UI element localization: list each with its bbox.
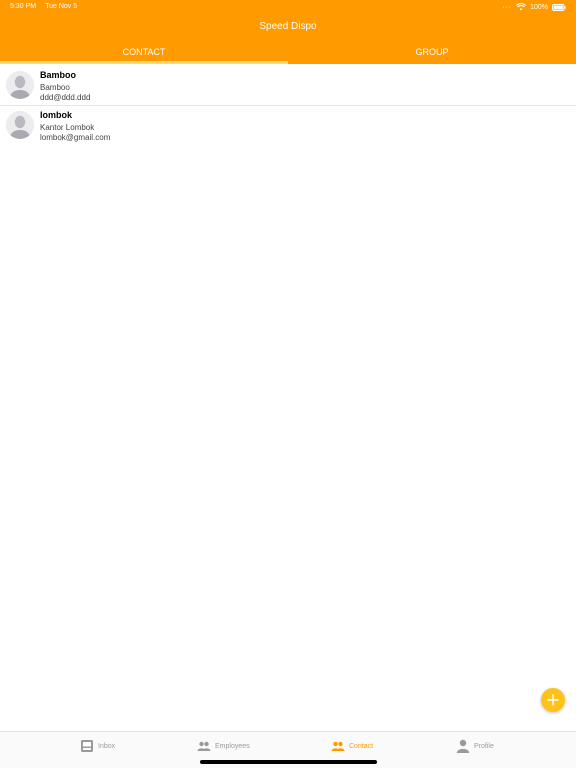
person-icon bbox=[456, 739, 470, 753]
contact-email: lombok@gmail.com bbox=[40, 133, 111, 142]
battery-percent: 100% bbox=[530, 3, 548, 11]
battery-icon bbox=[552, 3, 566, 11]
more-dots-icon: ··· bbox=[502, 3, 513, 11]
avatar bbox=[6, 111, 34, 139]
contact-name: lombok bbox=[40, 110, 73, 120]
tab-group-label: GROUP bbox=[415, 47, 449, 57]
tab-contact-label: CONTACT bbox=[122, 47, 166, 57]
person-silhouette-icon bbox=[6, 111, 34, 139]
list-item[interactable]: lombok Kantor Lombok lombok@gmail.com bbox=[0, 106, 576, 146]
status-time: 5:30 PM bbox=[10, 3, 37, 10]
contact-company: Kantor Lombok bbox=[40, 123, 95, 132]
status-bar: 5:30 PM Tue Nov 5 ··· 100% bbox=[0, 0, 576, 14]
person-silhouette-icon bbox=[6, 71, 34, 99]
nav-item-profile[interactable]: Profile bbox=[456, 738, 494, 754]
status-date: Tue Nov 5 bbox=[45, 3, 78, 10]
inbox-icon bbox=[81, 740, 93, 752]
list-item[interactable]: Bamboo Bamboo ddd@ddd.ddd bbox=[0, 66, 576, 106]
contact-email: ddd@ddd.ddd bbox=[40, 93, 91, 102]
tab-contact[interactable]: CONTACT bbox=[0, 44, 288, 64]
plus-icon bbox=[547, 694, 559, 706]
nav-contact-label: Contact bbox=[349, 742, 374, 750]
add-contact-button[interactable] bbox=[541, 688, 565, 712]
nav-item-employees[interactable]: Employees bbox=[197, 738, 250, 754]
page-title: Speed Dispo bbox=[259, 21, 317, 32]
nav-profile-label: Profile bbox=[474, 742, 494, 750]
app-header: 5:30 PM Tue Nov 5 ··· 100% Speed Dispo C… bbox=[0, 0, 576, 64]
contact-company: Bamboo bbox=[40, 83, 70, 92]
wifi-icon bbox=[516, 3, 527, 11]
contact-list: Bamboo Bamboo ddd@ddd.ddd lombok Kantor … bbox=[0, 66, 576, 146]
tab-group[interactable]: GROUP bbox=[288, 44, 576, 64]
tab-bar: CONTACT GROUP bbox=[0, 44, 576, 64]
people-icon bbox=[197, 741, 211, 751]
people-icon bbox=[331, 741, 345, 751]
nav-employees-label: Employees bbox=[215, 742, 250, 750]
nav-item-inbox[interactable]: Inbox bbox=[80, 738, 115, 754]
contact-name: Bamboo bbox=[40, 70, 76, 80]
nav-inbox-label: Inbox bbox=[98, 742, 116, 750]
home-indicator bbox=[200, 760, 377, 764]
avatar bbox=[6, 71, 34, 99]
app-root: 5:30 PM Tue Nov 5 ··· 100% Speed Dispo C… bbox=[0, 0, 576, 768]
nav-item-contact[interactable]: Contact bbox=[331, 738, 373, 754]
